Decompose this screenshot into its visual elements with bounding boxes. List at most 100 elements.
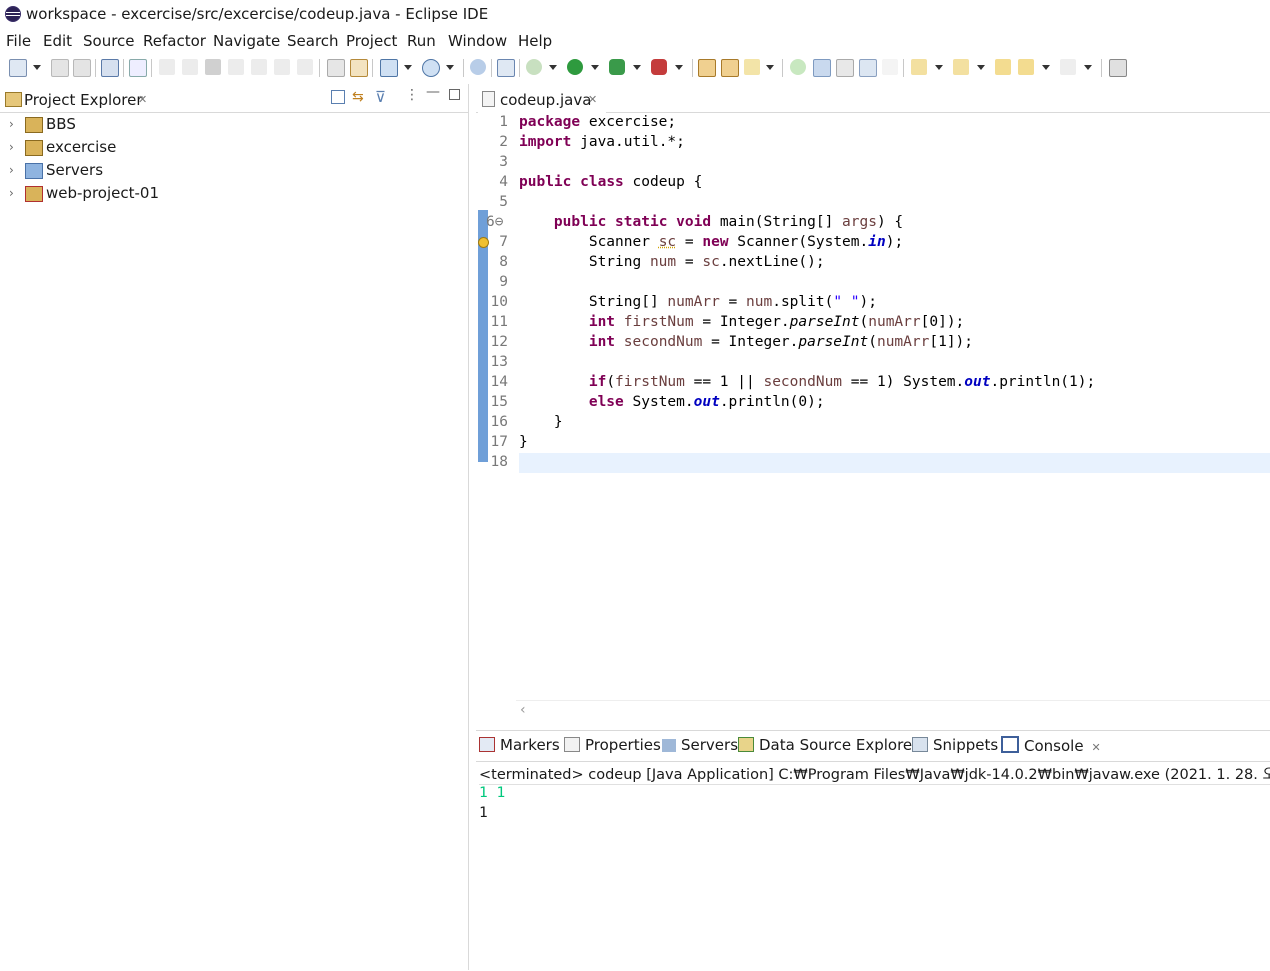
tab-data-source-explorer[interactable]: Data Source Explorer bbox=[738, 736, 918, 760]
close-icon[interactable]: ✕ bbox=[588, 93, 597, 106]
code-line[interactable]: 7 Scanner sc = new Scanner(System.in); bbox=[476, 234, 1270, 254]
code-line[interactable]: 2 import java.util.*; bbox=[476, 134, 1270, 154]
server-dropdown-icon[interactable] bbox=[404, 65, 412, 70]
code-line[interactable]: 6⊖ public static void main(String[] args… bbox=[476, 214, 1270, 234]
new-java-class-icon[interactable] bbox=[422, 59, 440, 77]
highlight-icon[interactable] bbox=[813, 59, 831, 77]
suspend-icon[interactable] bbox=[182, 59, 198, 75]
globe-icon[interactable] bbox=[470, 59, 486, 75]
new-icon[interactable] bbox=[9, 59, 27, 77]
block-select-icon[interactable] bbox=[859, 59, 877, 77]
horizontal-scrollbar[interactable]: ‹ bbox=[516, 700, 1270, 721]
resume-icon[interactable] bbox=[159, 59, 175, 75]
coverage-icon[interactable] bbox=[609, 59, 625, 75]
tab-servers[interactable]: Servers bbox=[662, 736, 738, 760]
prev-annotation-dropdown-icon[interactable] bbox=[977, 65, 985, 70]
code-line[interactable]: 1 package excercise; bbox=[476, 114, 1270, 134]
menu-project[interactable]: Project bbox=[346, 32, 397, 50]
link-with-editor-icon[interactable]: ⇆ bbox=[352, 89, 364, 105]
scroll-left-icon[interactable]: ‹ bbox=[520, 702, 526, 718]
forward-dropdown-icon[interactable] bbox=[1084, 65, 1092, 70]
menu-run[interactable]: Run bbox=[407, 32, 436, 50]
open-task-icon[interactable] bbox=[721, 59, 739, 77]
terminal-icon[interactable] bbox=[101, 59, 119, 77]
code-line[interactable]: 10 String[] numArr = num.split(" "); bbox=[476, 294, 1270, 314]
whitespace-icon[interactable] bbox=[882, 59, 898, 75]
save-icon[interactable] bbox=[51, 59, 69, 77]
wand-icon[interactable] bbox=[744, 59, 760, 75]
view-menu-icon[interactable]: ⋮ bbox=[405, 87, 419, 103]
code-line[interactable]: 15 else System.out.println(0); bbox=[476, 394, 1270, 414]
back-dropdown-icon[interactable] bbox=[1042, 65, 1050, 70]
class-dropdown-icon[interactable] bbox=[446, 65, 454, 70]
code-line[interactable]: 17} bbox=[476, 434, 1270, 454]
coverage-dropdown-icon[interactable] bbox=[633, 65, 641, 70]
tree-item[interactable]: › Servers bbox=[0, 159, 460, 182]
run-icon[interactable] bbox=[567, 59, 583, 75]
open-type-icon[interactable] bbox=[497, 59, 515, 77]
forward-icon[interactable] bbox=[1060, 59, 1076, 75]
step-over-icon[interactable] bbox=[274, 59, 290, 75]
console-input-line[interactable]: 1 1 bbox=[479, 785, 505, 801]
code-line[interactable]: 14 if(firstNum == 1 || secondNum == 1) S… bbox=[476, 374, 1270, 394]
code-line[interactable]: 11 int firstNum = Integer.parseInt(numAr… bbox=[476, 314, 1270, 334]
tab-console[interactable]: Console ✕ bbox=[999, 736, 1103, 760]
last-edit-icon[interactable] bbox=[995, 59, 1011, 75]
open-perspective-icon[interactable] bbox=[1109, 59, 1127, 77]
external-tools-icon[interactable] bbox=[651, 59, 667, 75]
new-server-icon[interactable] bbox=[380, 59, 398, 77]
skip-breakpoints-icon[interactable] bbox=[129, 59, 147, 77]
expand-icon[interactable]: › bbox=[9, 140, 14, 154]
menu-file[interactable]: File bbox=[6, 32, 31, 50]
console-output-line[interactable]: 1 bbox=[479, 805, 488, 821]
external-tools-dropdown-icon[interactable] bbox=[675, 65, 683, 70]
filter-icon[interactable]: ⊽ bbox=[375, 88, 386, 106]
disconnect-icon[interactable] bbox=[228, 59, 244, 75]
collapse-all-icon[interactable] bbox=[331, 90, 345, 104]
code-line[interactable]: 16 } bbox=[476, 414, 1270, 434]
toggle-mark-icon[interactable] bbox=[836, 59, 854, 77]
build-icon[interactable] bbox=[350, 59, 368, 77]
wand-dropdown-icon[interactable] bbox=[766, 65, 774, 70]
code-line[interactable]: 9 bbox=[476, 274, 1270, 294]
menu-edit[interactable]: Edit bbox=[43, 32, 72, 50]
tab-project-explorer[interactable]: Project Explorer ✕ bbox=[2, 86, 182, 112]
tree-item[interactable]: › excercise bbox=[0, 136, 460, 159]
run-dropdown-icon[interactable] bbox=[591, 65, 599, 70]
menu-help[interactable]: Help bbox=[518, 32, 552, 50]
next-annotation-icon[interactable] bbox=[911, 59, 927, 75]
tree-item[interactable]: › web-project-01 bbox=[0, 182, 460, 205]
code-line[interactable]: 12 int secondNum = Integer.parseInt(numA… bbox=[476, 334, 1270, 354]
terminate-icon[interactable] bbox=[205, 59, 221, 75]
code-line[interactable]: 3 bbox=[476, 154, 1270, 174]
code-line[interactable]: 8 String num = sc.nextLine(); bbox=[476, 254, 1270, 274]
menu-window[interactable]: Window bbox=[448, 32, 507, 50]
code-line[interactable]: 13 bbox=[476, 354, 1270, 374]
use-step-filters-icon[interactable] bbox=[327, 59, 345, 77]
menu-refactor[interactable]: Refactor bbox=[143, 32, 206, 50]
menu-navigate[interactable]: Navigate bbox=[213, 32, 280, 50]
tree-item[interactable]: › BBS bbox=[0, 113, 460, 136]
tab-markers[interactable]: Markers bbox=[479, 736, 560, 760]
back-icon[interactable] bbox=[1018, 59, 1034, 75]
tab-properties[interactable]: Properties bbox=[564, 736, 661, 760]
minimize-icon[interactable]: — bbox=[426, 84, 440, 100]
debug-dropdown-icon[interactable] bbox=[549, 65, 557, 70]
maximize-icon[interactable] bbox=[449, 89, 460, 100]
close-icon[interactable]: ✕ bbox=[138, 93, 147, 106]
prev-annotation-icon[interactable] bbox=[953, 59, 969, 75]
code-line[interactable]: 4 public class codeup { bbox=[476, 174, 1270, 194]
menu-search[interactable]: Search bbox=[287, 32, 339, 50]
menu-source[interactable]: Source bbox=[83, 32, 135, 50]
tab-snippets[interactable]: Snippets bbox=[912, 736, 998, 760]
debug-icon[interactable] bbox=[526, 59, 542, 75]
expand-icon[interactable]: › bbox=[9, 117, 14, 131]
close-icon[interactable]: ✕ bbox=[1092, 741, 1101, 754]
open-folder-icon[interactable] bbox=[698, 59, 716, 77]
pin-icon[interactable] bbox=[790, 59, 806, 75]
expand-icon[interactable]: › bbox=[9, 186, 14, 200]
save-all-icon[interactable] bbox=[73, 59, 91, 77]
tab-codeup-java[interactable]: codeup.java ✕ bbox=[478, 86, 606, 114]
expand-icon[interactable]: › bbox=[9, 163, 14, 177]
next-annotation-dropdown-icon[interactable] bbox=[935, 65, 943, 70]
